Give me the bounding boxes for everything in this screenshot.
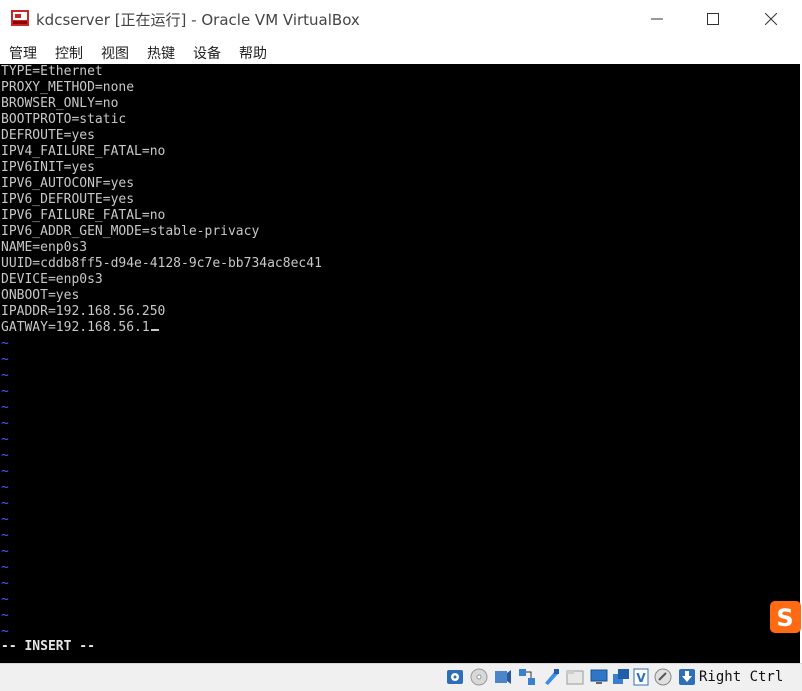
window-title: kdcserver [正在运行] - Oracle VM VirtualBox [36, 11, 360, 29]
display-icon[interactable] [590, 668, 608, 686]
menu-manage[interactable]: 管理 [9, 43, 37, 63]
config-line: BROWSER_ONLY=no [1, 96, 119, 111]
network-icon[interactable] [518, 668, 536, 686]
menu-help[interactable]: 帮助 [239, 43, 267, 63]
vm-console[interactable]: TYPE=Ethernet PROXY_METHOD=none BROWSER_… [0, 64, 800, 663]
text-cursor [150, 329, 159, 331]
video-capture-icon[interactable] [612, 668, 630, 686]
empty-line-tilde: ~ [1, 416, 9, 431]
menu-bar: 管理 控制 视图 热键 设备 帮助 [0, 38, 802, 64]
config-line: TYPE=Ethernet [1, 64, 103, 79]
menu-control[interactable]: 控制 [55, 43, 83, 63]
optical-drive-icon[interactable] [470, 668, 488, 686]
empty-line-tilde: ~ [1, 624, 9, 639]
host-key-label: Right Ctrl [699, 669, 784, 685]
config-line-text: GATWAY=192.168.56.1 [1, 320, 150, 335]
config-line: IPV4_FAILURE_FATAL=no [1, 144, 166, 159]
status-bar: V Right Ctrl [0, 663, 802, 691]
svg-text:V: V [636, 671, 646, 685]
config-line: DEFROUTE=yes [1, 128, 95, 143]
cpu-icon[interactable]: V [632, 668, 650, 686]
config-line-current: GATWAY=192.168.56.1 [1, 320, 159, 336]
empty-line-tilde: ~ [1, 432, 9, 447]
title-bar[interactable]: kdcserver [正在运行] - Oracle VM VirtualBox [0, 0, 802, 38]
mouse-integration-icon[interactable] [654, 668, 672, 686]
empty-line-tilde: ~ [1, 576, 9, 591]
empty-line-tilde: ~ [1, 384, 9, 399]
menu-hotkeys[interactable]: 热键 [147, 43, 175, 63]
config-line: IPADDR=192.168.56.250 [1, 304, 166, 319]
config-line: IPV6INIT=yes [1, 160, 95, 175]
empty-line-tilde: ~ [1, 464, 9, 479]
config-line: ONBOOT=yes [1, 288, 80, 303]
usb-icon[interactable] [542, 668, 560, 686]
empty-line-tilde: ~ [1, 368, 9, 383]
menu-view[interactable]: 视图 [101, 43, 129, 63]
config-line: IPV6_FAILURE_FATAL=no [1, 208, 166, 223]
config-line: IPV6_AUTOCONF=yes [1, 176, 135, 191]
config-line: NAME=enp0s3 [1, 240, 88, 255]
empty-line-tilde: ~ [1, 528, 9, 543]
config-line: IPV6_ADDR_GEN_MODE=stable-privacy [1, 224, 260, 239]
empty-line-tilde: ~ [1, 400, 9, 415]
empty-line-tilde: ~ [1, 480, 9, 495]
empty-line-tilde: ~ [1, 352, 9, 367]
config-line: BOOTPROTO=static [1, 112, 127, 127]
empty-line-tilde: ~ [1, 496, 9, 511]
maximize-button[interactable] [684, 0, 742, 38]
empty-line-tilde: ~ [1, 336, 9, 351]
config-line: IPV6_DEFROUTE=yes [1, 192, 135, 207]
menu-devices[interactable]: 设备 [193, 43, 221, 63]
maximize-icon [707, 13, 719, 25]
close-button[interactable] [742, 0, 800, 38]
vim-mode-indicator: -- INSERT -- [1, 639, 95, 654]
svg-text:S: S [776, 604, 793, 632]
minimize-button[interactable] [628, 0, 686, 38]
minimize-icon [651, 18, 663, 20]
close-icon [765, 13, 777, 25]
hard-disk-icon[interactable] [446, 668, 464, 686]
empty-line-tilde: ~ [1, 560, 9, 575]
audio-icon[interactable] [494, 668, 512, 686]
empty-line-tilde: ~ [1, 592, 9, 607]
empty-line-tilde: ~ [1, 608, 9, 623]
config-line: DEVICE=enp0s3 [1, 272, 103, 287]
shared-folder-icon[interactable] [566, 668, 584, 686]
keyboard-arrow-icon[interactable] [678, 668, 696, 686]
empty-line-tilde: ~ [1, 512, 9, 527]
empty-line-tilde: ~ [1, 544, 9, 559]
empty-line-tilde: ~ [1, 448, 9, 463]
config-line: PROXY_METHOD=none [1, 80, 135, 95]
virtualbox-app-icon [10, 8, 30, 28]
config-line: UUID=cddb8ff5-d94e-4128-9c7e-bb734ac8ec4… [1, 256, 322, 271]
sogou-s-icon[interactable]: S [769, 600, 801, 634]
